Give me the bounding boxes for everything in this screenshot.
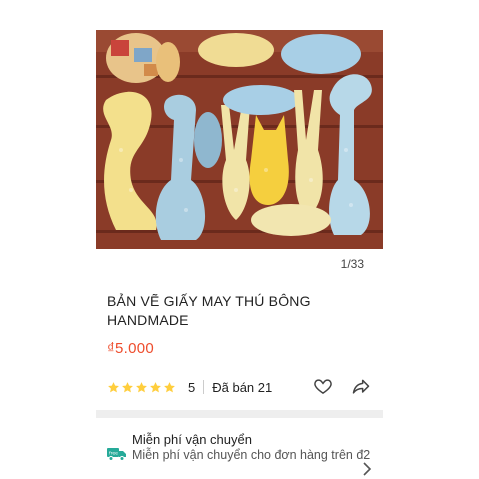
rating-divider bbox=[203, 380, 205, 394]
svg-text:free: free bbox=[109, 451, 118, 457]
star-icon bbox=[108, 381, 119, 392]
product-title-line-1: BẢN VẼ GIẤY MAY THÚ BÔNG bbox=[107, 293, 311, 309]
shipping-description[interactable]: Miễn phí vận chuyển cho đơn hàng trên đ2 bbox=[132, 448, 370, 462]
product-screen: 1/33 BẢN VẼ GIẤY MAY THÚ BÔNG HANDMADE ₫… bbox=[96, 0, 383, 479]
shipping-title[interactable]: Miễn phí vận chuyển bbox=[132, 432, 252, 447]
product-price: ₫5.000 bbox=[107, 340, 155, 357]
free-shipping-truck-icon: free bbox=[107, 448, 126, 461]
product-photo-illustration bbox=[96, 30, 383, 249]
rating-value: 5 bbox=[188, 379, 196, 395]
share-icon[interactable] bbox=[351, 377, 371, 397]
star-icon bbox=[136, 381, 147, 392]
rating-row: 5 Đã bán 21 bbox=[107, 376, 377, 398]
product-title: BẢN VẼ GIẤY MAY THÚ BÔNG HANDMADE bbox=[107, 292, 367, 330]
star-icon bbox=[150, 381, 161, 392]
rating-stars bbox=[107, 381, 176, 394]
star-icon bbox=[122, 381, 133, 392]
section-divider bbox=[96, 410, 383, 418]
product-title-line-2: HANDMADE bbox=[107, 312, 189, 328]
image-counter: 1/33 bbox=[334, 255, 370, 273]
star-icon bbox=[164, 381, 175, 392]
heart-icon[interactable] bbox=[313, 376, 333, 396]
sold-count: Đã bán 21 bbox=[212, 379, 273, 395]
product-image[interactable] bbox=[96, 30, 383, 249]
chevron-right-icon[interactable] bbox=[362, 462, 372, 476]
